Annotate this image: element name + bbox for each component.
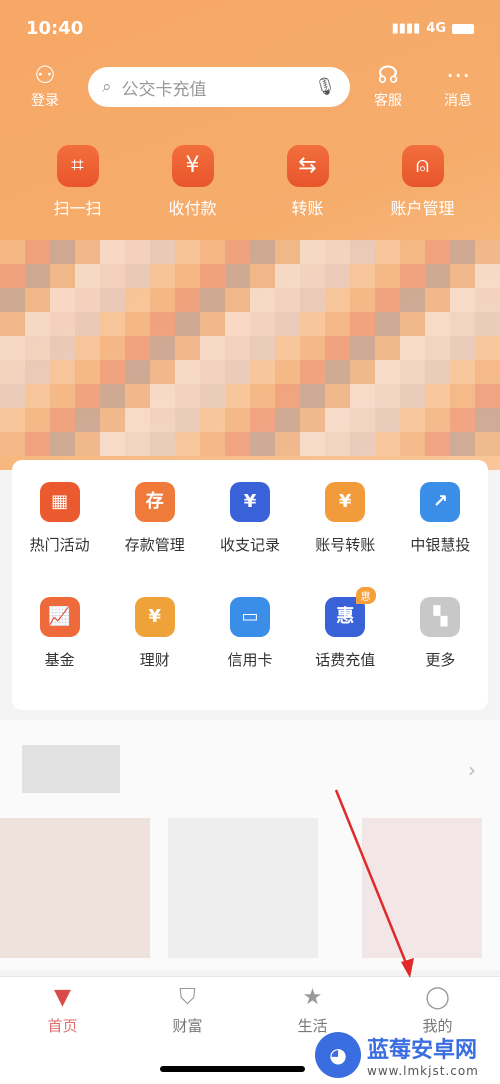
watermark-name: 蓝莓安卓网 <box>367 1038 478 1063</box>
watermark-url: www.lmkjst.com <box>367 1064 479 1078</box>
watermark: ◕ 蓝莓安卓网 www.lmkjst.com <box>315 1032 479 1078</box>
android-logo-icon: ◕ <box>315 1032 361 1078</box>
annotation-arrow <box>334 789 414 978</box>
